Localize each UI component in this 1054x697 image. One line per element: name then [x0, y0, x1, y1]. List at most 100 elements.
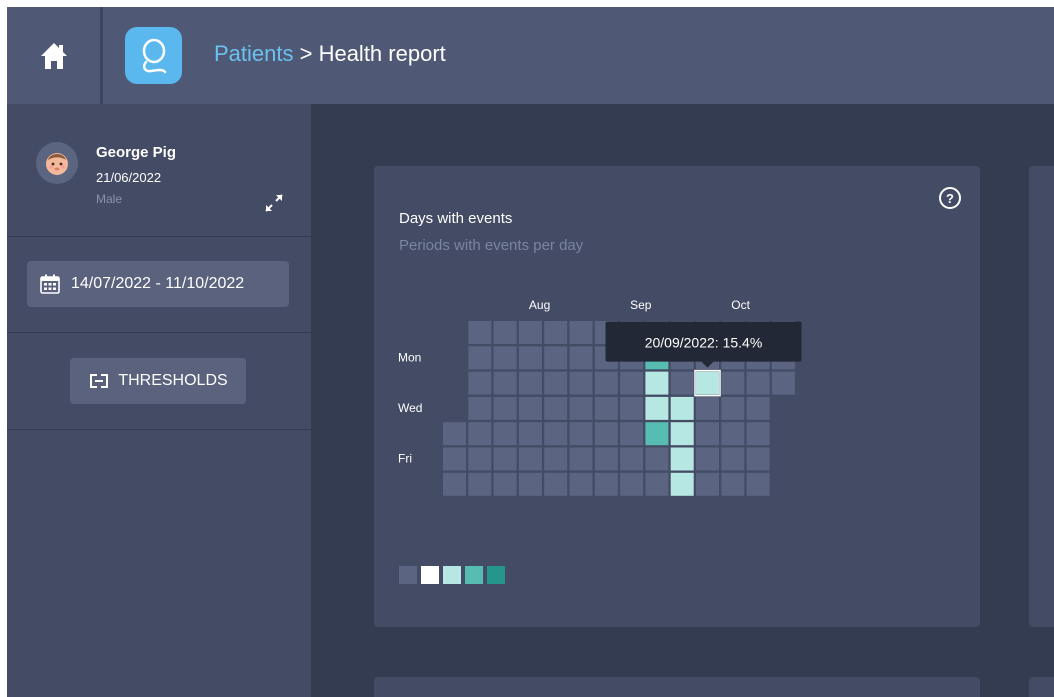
- heatmap-cell[interactable]: [721, 422, 745, 446]
- heatmap-cell[interactable]: [468, 346, 492, 370]
- heatmap-cell[interactable]: [518, 472, 542, 496]
- heatmap-cell[interactable]: [544, 422, 568, 446]
- heatmap-cell[interactable]: [620, 472, 644, 496]
- heatmap-cell[interactable]: [569, 396, 593, 420]
- heatmap-cell[interactable]: [518, 346, 542, 370]
- heatmap-cell[interactable]: [746, 472, 770, 496]
- day-label: Wed: [398, 401, 422, 415]
- app-logo[interactable]: [125, 27, 182, 84]
- heatmap-cell[interactable]: [468, 396, 492, 420]
- heatmap-cell[interactable]: [569, 346, 593, 370]
- heatmap-cell[interactable]: [771, 371, 795, 395]
- breadcrumb-patients-link[interactable]: Patients: [214, 41, 294, 66]
- heatmap-cell[interactable]: [569, 321, 593, 344]
- heatmap-cell[interactable]: [721, 371, 745, 395]
- patient-dob: 21/06/2022: [96, 170, 162, 185]
- heatmap-cell[interactable]: [645, 447, 669, 471]
- heatmap-cell[interactable]: [670, 422, 694, 446]
- breadcrumb: Patients > Health report: [214, 41, 446, 67]
- heatmap-cell[interactable]: [645, 422, 669, 446]
- heatmap-cell[interactable]: [493, 422, 517, 446]
- heatmap-cell[interactable]: [569, 472, 593, 496]
- day-label: Fri: [398, 452, 412, 466]
- date-range-section: 14/07/2022 - 11/10/2022: [7, 237, 311, 333]
- heatmap-cell[interactable]: [620, 396, 644, 420]
- heatmap-cell[interactable]: [594, 422, 618, 446]
- calendar-icon: [40, 274, 60, 294]
- heatmap-cell[interactable]: [468, 472, 492, 496]
- heatmap-cell[interactable]: [746, 371, 770, 395]
- heatmap-cell[interactable]: [443, 447, 466, 471]
- heatmap-cell[interactable]: [468, 371, 492, 395]
- heatmap-cell[interactable]: [746, 396, 770, 420]
- heatmap-cell[interactable]: [746, 447, 770, 471]
- heatmap-cell[interactable]: [544, 346, 568, 370]
- heatmap-cell[interactable]: [670, 472, 694, 496]
- legend-swatch: [443, 566, 461, 584]
- heatmap-cell[interactable]: [468, 321, 492, 344]
- legend-swatch: [421, 566, 439, 584]
- heatmap-cell[interactable]: [544, 371, 568, 395]
- days-with-events-card: Days with events Periods with events per…: [374, 166, 980, 627]
- heatmap-cell[interactable]: [493, 472, 517, 496]
- heatmap-cell[interactable]: [645, 472, 669, 496]
- heatmap-cell[interactable]: [443, 422, 466, 446]
- heatmap-cell[interactable]: [544, 396, 568, 420]
- heatmap-cell[interactable]: [594, 447, 618, 471]
- heatmap-cell[interactable]: [468, 422, 492, 446]
- heatmap-cell[interactable]: [594, 396, 618, 420]
- heatmap-cell[interactable]: [645, 371, 669, 395]
- tooltip-text: 20/09/2022: 15.4%: [645, 335, 763, 351]
- month-label: Aug: [529, 298, 550, 312]
- heatmap-cell[interactable]: [569, 422, 593, 446]
- heatmap-cell[interactable]: [518, 422, 542, 446]
- thresholds-section: THRESHOLDS: [7, 333, 311, 430]
- heatmap-cell[interactable]: [696, 396, 719, 420]
- heatmap-cell[interactable]: [493, 396, 517, 420]
- legend-swatch: [487, 566, 505, 584]
- heatmap-cell[interactable]: [594, 472, 618, 496]
- heatmap-cell[interactable]: [493, 371, 517, 395]
- thresholds-icon: [90, 374, 109, 388]
- thresholds-button[interactable]: THRESHOLDS: [70, 358, 246, 404]
- heatmap-cell[interactable]: [518, 371, 542, 395]
- heatmap-cell[interactable]: [696, 447, 719, 471]
- date-range-button[interactable]: 14/07/2022 - 11/10/2022: [27, 261, 289, 307]
- heatmap-cell[interactable]: [670, 371, 694, 395]
- heatmap-cell[interactable]: [620, 371, 644, 395]
- lower-side-card: [1029, 677, 1054, 697]
- heatmap-cell[interactable]: [518, 321, 542, 344]
- legend-swatch: [465, 566, 483, 584]
- home-button[interactable]: [7, 7, 100, 104]
- heatmap-cell[interactable]: [670, 396, 694, 420]
- expand-icon[interactable]: [263, 192, 285, 214]
- heatmap-cell[interactable]: [721, 472, 745, 496]
- heatmap-cell[interactable]: [493, 346, 517, 370]
- heatmap-cell[interactable]: [518, 447, 542, 471]
- heatmap-cell[interactable]: [443, 472, 466, 496]
- heatmap-cell[interactable]: [696, 472, 719, 496]
- heatmap-cell[interactable]: [493, 321, 517, 344]
- heatmap-cell[interactable]: [569, 371, 593, 395]
- heatmap-cell[interactable]: [721, 447, 745, 471]
- heatmap-cell[interactable]: [746, 422, 770, 446]
- heatmap-cell[interactable]: [670, 447, 694, 471]
- heatmap-cell[interactable]: [696, 371, 719, 395]
- heatmap-cell[interactable]: [544, 321, 568, 344]
- lower-card: [374, 677, 980, 697]
- heatmap-cell[interactable]: [620, 422, 644, 446]
- heatmap-cell[interactable]: [569, 447, 593, 471]
- heatmap-cell[interactable]: [493, 447, 517, 471]
- heatmap-cell[interactable]: [696, 422, 719, 446]
- heatmap-cell[interactable]: [645, 396, 669, 420]
- heatmap-cell[interactable]: [594, 371, 618, 395]
- heatmap-cell[interactable]: [544, 472, 568, 496]
- patient-name: George Pig: [96, 144, 177, 161]
- heatmap-cell[interactable]: [544, 447, 568, 471]
- heatmap-cell[interactable]: [518, 396, 542, 420]
- heatmap-cell[interactable]: [468, 447, 492, 471]
- heatmap-cell[interactable]: [721, 396, 745, 420]
- patient-info: George Pig 21/06/2022 Male: [7, 104, 311, 237]
- header-divider: [100, 7, 103, 104]
- heatmap-cell[interactable]: [620, 447, 644, 471]
